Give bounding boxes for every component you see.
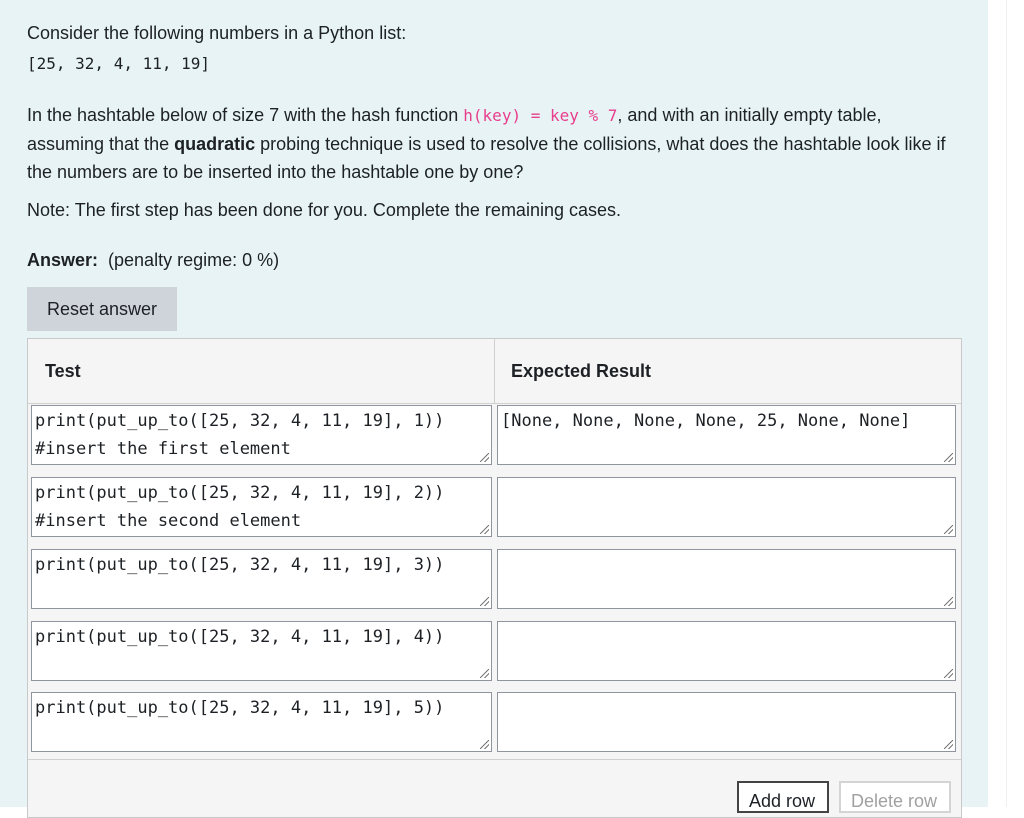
resize-grip-icon[interactable] [944, 525, 953, 534]
test-cell-4[interactable]: print(put_up_to([25, 32, 4, 11, 19], 4)) [31, 621, 492, 681]
add-row-button[interactable]: Add row [737, 781, 829, 813]
table-header: Test Expected Result [28, 339, 961, 403]
table-row: print(put_up_to([25, 32, 4, 11, 19], 5)) [28, 692, 961, 752]
hash-function-code: h(key) = key % 7 [463, 106, 618, 125]
penalty-regime: (penalty regime: 0 %) [108, 250, 280, 270]
reset-answer-button[interactable]: Reset answer [27, 287, 177, 331]
table-row: print(put_up_to([25, 32, 4, 11, 19], 4)) [28, 621, 961, 681]
question-paragraph: In the hashtable below of size 7 with th… [27, 101, 957, 186]
test-cell-3[interactable]: print(put_up_to([25, 32, 4, 11, 19], 3)) [31, 549, 492, 609]
resize-grip-icon[interactable] [944, 740, 953, 749]
header-test: Test [45, 360, 81, 381]
resize-grip-icon[interactable] [480, 453, 489, 462]
test-cell-5[interactable]: print(put_up_to([25, 32, 4, 11, 19], 5)) [31, 692, 492, 752]
test-cell-1[interactable]: print(put_up_to([25, 32, 4, 11, 19], 1))… [31, 405, 492, 465]
answer-label-row: Answer: (penalty regime: 0 %) [27, 250, 279, 271]
resize-grip-icon[interactable] [480, 597, 489, 606]
number-list: [25, 32, 4, 11, 19] [27, 54, 211, 73]
resize-grip-icon[interactable] [944, 453, 953, 462]
table-row: print(put_up_to([25, 32, 4, 11, 19], 3)) [28, 549, 961, 609]
resize-grip-icon[interactable] [944, 669, 953, 678]
question-container: Consider the following numbers in a Pyth… [0, 0, 988, 818]
header-expected-result: Expected Result [511, 360, 652, 381]
resize-grip-icon[interactable] [944, 597, 953, 606]
table-row: print(put_up_to([25, 32, 4, 11, 19], 2))… [28, 477, 961, 537]
table-footer-rule [28, 759, 961, 760]
expected-cell-5[interactable] [497, 692, 956, 752]
test-cell-2[interactable]: print(put_up_to([25, 32, 4, 11, 19], 2))… [31, 477, 492, 537]
header-divider [494, 339, 495, 403]
question-intro: Consider the following numbers in a Pyth… [27, 23, 407, 43]
header-bottom-rule [28, 403, 961, 404]
table-row: print(put_up_to([25, 32, 4, 11, 19], 1))… [28, 405, 961, 465]
resize-grip-icon[interactable] [480, 525, 489, 534]
para-bold-quadratic: quadratic [174, 134, 256, 154]
page-scroll-edge [1006, 0, 1024, 807]
delete-row-button[interactable]: Delete row [839, 781, 951, 813]
resize-grip-icon[interactable] [480, 669, 489, 678]
para-text-1: In the hashtable below of size 7 with th… [27, 105, 464, 125]
expected-cell-2[interactable] [497, 477, 956, 537]
resize-grip-icon[interactable] [480, 740, 489, 749]
answer-label: Answer: [27, 250, 99, 270]
question-note: Note: The first step has been done for y… [27, 200, 621, 220]
expected-cell-3[interactable] [497, 549, 956, 609]
test-answer-table: Test Expected Result print(put_up_to([25… [27, 338, 962, 818]
expected-cell-1[interactable]: [None, None, None, None, 25, None, None] [497, 405, 956, 465]
expected-cell-4[interactable] [497, 621, 956, 681]
